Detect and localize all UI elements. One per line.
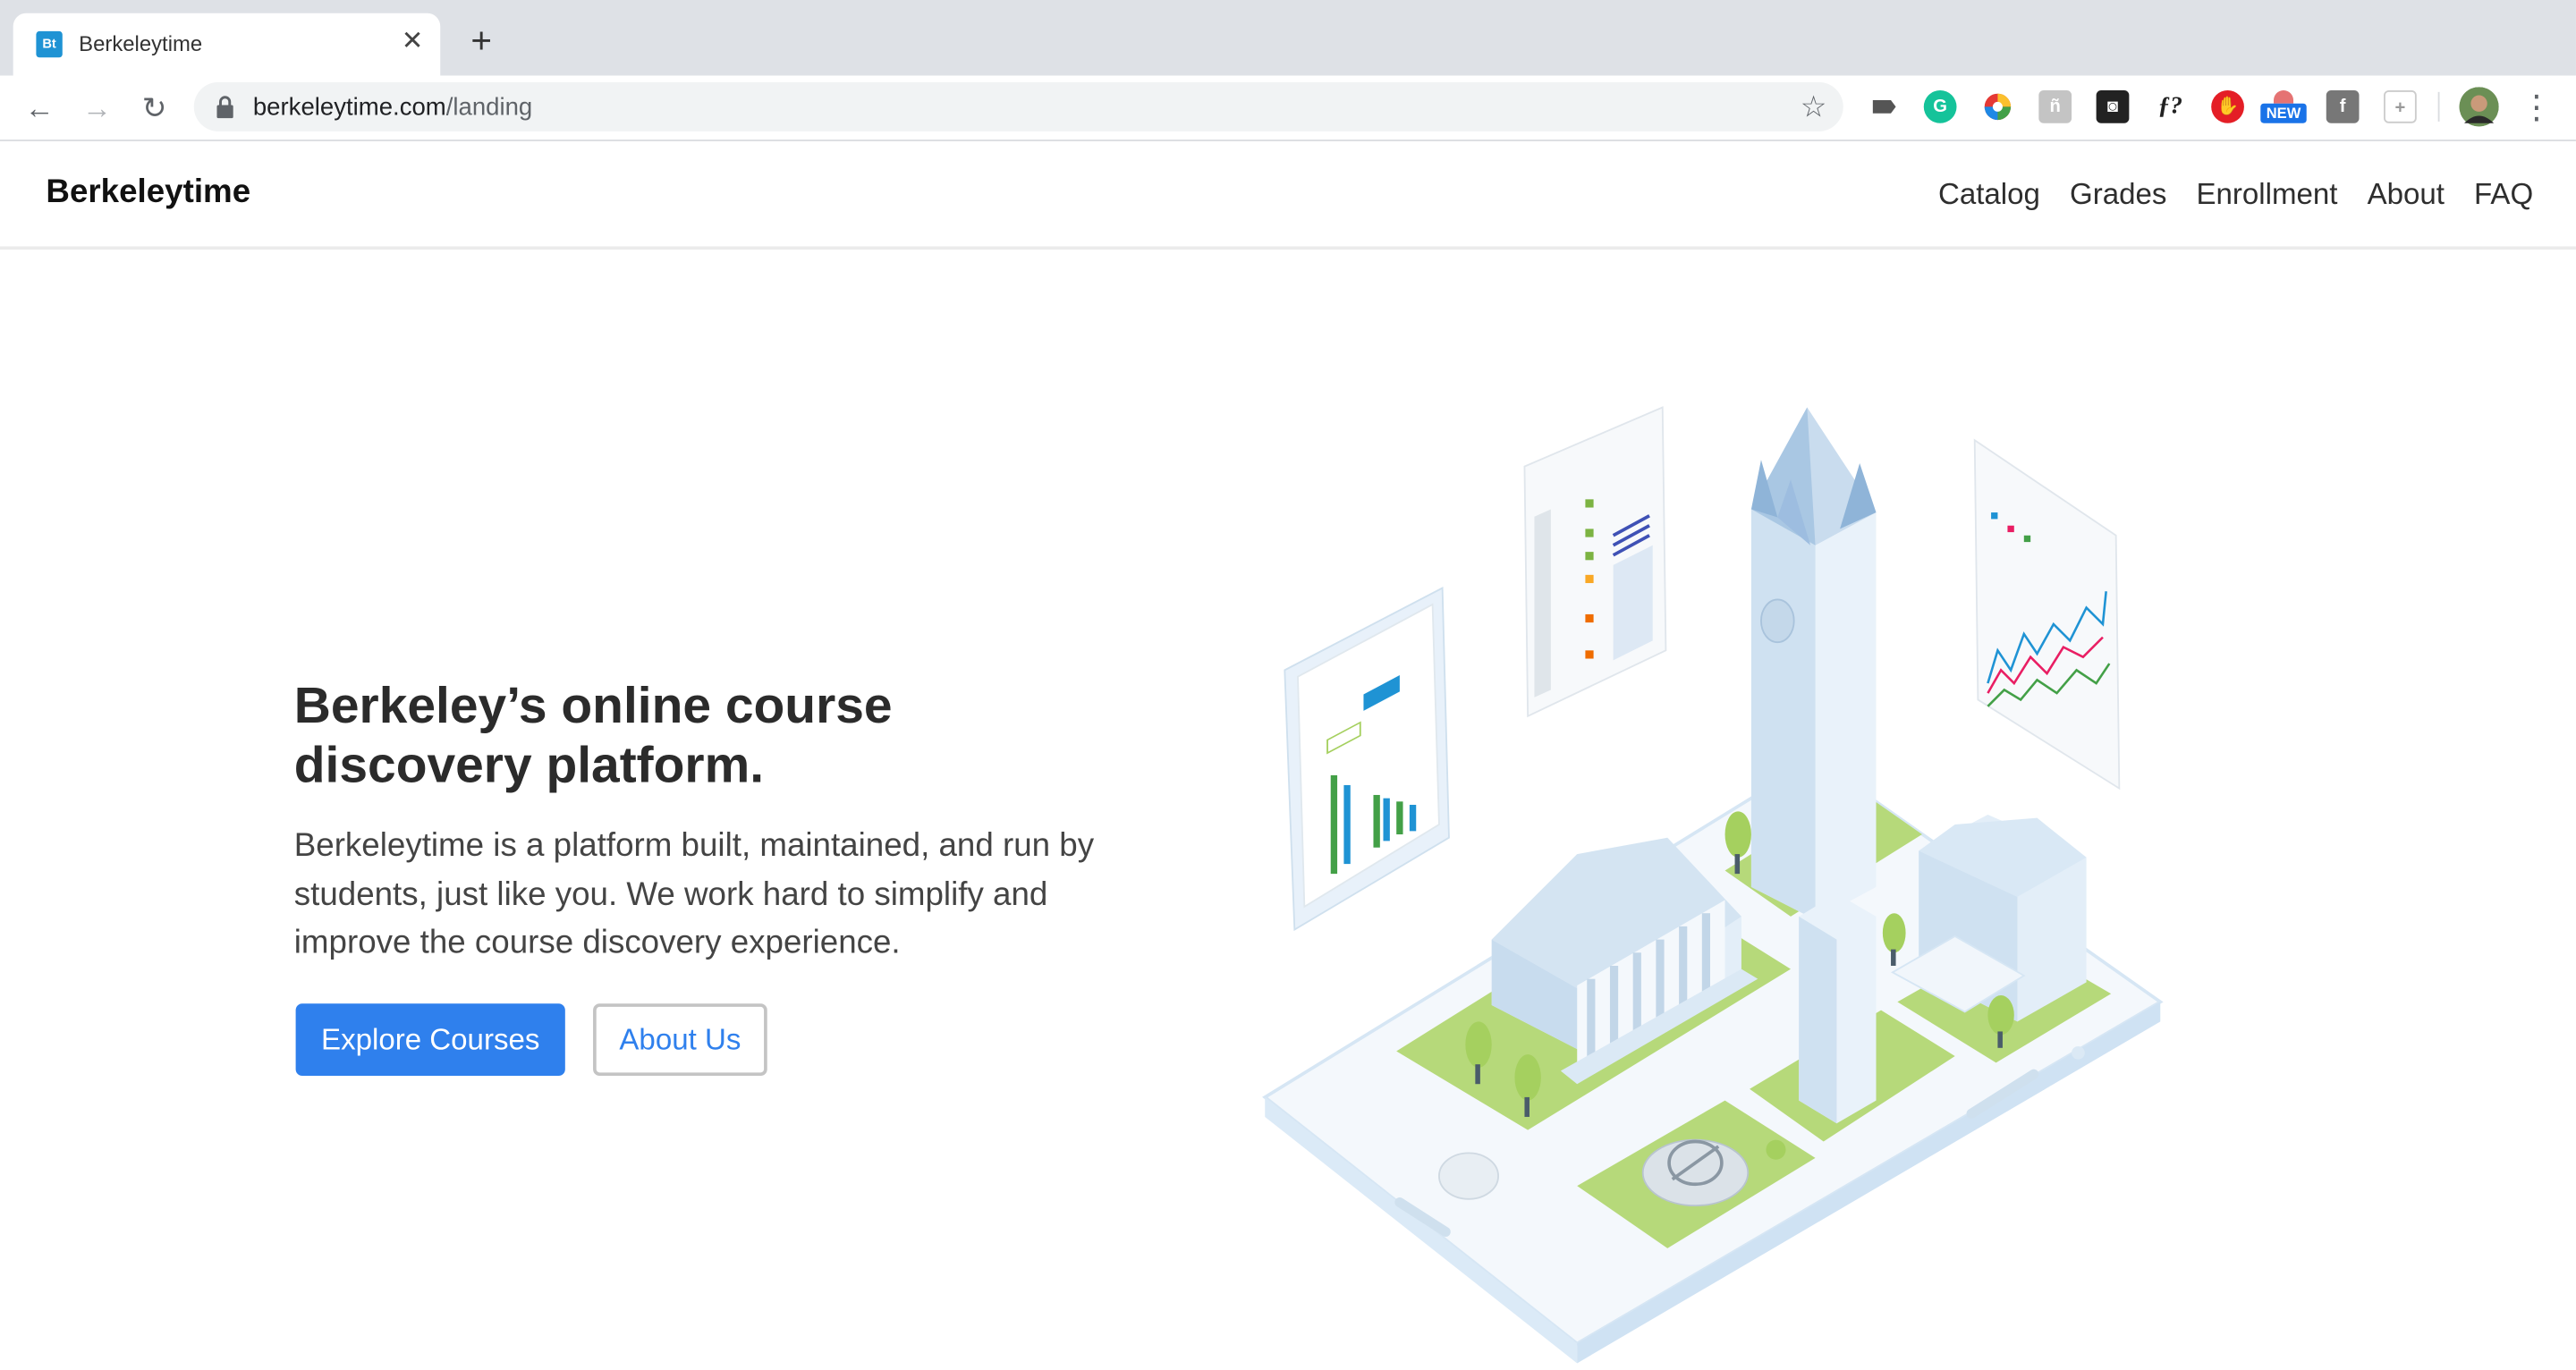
berkeleytime-favicon-icon: Bt	[36, 30, 63, 58]
facebook-icon[interactable]: f	[2326, 90, 2360, 123]
floating-line-chart-card	[1973, 438, 2121, 791]
url-text: berkeleytime.com/landing	[253, 94, 532, 122]
campus-illustration	[1262, 406, 2164, 1364]
new-badge-text: NEW	[2260, 103, 2307, 123]
hero-title: Berkeley’s online course discovery platf…	[293, 676, 893, 794]
address-bar[interactable]: berkeleytime.com/landing ☆	[193, 81, 1843, 131]
explore-courses-button[interactable]: Explore Courses	[295, 1003, 565, 1077]
new-tab-plus-icon[interactable]: +	[463, 22, 499, 59]
reload-icon[interactable]: ↻	[135, 89, 174, 128]
color-wheel-icon[interactable]	[1981, 90, 2014, 123]
browser-tab-strip: Bt Berkeleytime ✕ +	[0, 0, 2576, 76]
grammarly-icon[interactable]: G	[1923, 90, 1957, 123]
back-arrow-icon[interactable]: ←	[20, 89, 59, 128]
pin-icon[interactable]: +	[2384, 90, 2417, 123]
browser-tab[interactable]: Bt Berkeleytime ✕	[13, 13, 441, 76]
nav-enrollment[interactable]: Enrollment	[2196, 177, 2337, 212]
floating-schedule-card	[1523, 406, 1667, 718]
tool-icon[interactable]: ñ	[2038, 90, 2072, 123]
chrome-menu-icon[interactable]: ⋮	[2517, 89, 2556, 128]
tab-title: Berkeleytime	[79, 30, 203, 56]
lock-icon	[216, 96, 233, 119]
bookmark-star-icon[interactable]: ☆	[1801, 90, 1827, 125]
site-brand[interactable]: Berkeleytime	[46, 174, 250, 212]
fountain-sculpture	[1641, 1138, 1750, 1207]
tag-icon[interactable]	[1868, 90, 1902, 123]
about-us-button[interactable]: About Us	[593, 1003, 767, 1077]
toolbar-divider	[2437, 91, 2440, 122]
profile-avatar[interactable]	[2459, 87, 2499, 127]
browser-toolbar: ← → ↻ berkeleytime.com/landing ☆ G ñ ◙ ƒ…	[0, 75, 2576, 141]
forward-arrow-icon[interactable]: →	[77, 89, 116, 128]
close-tab-icon[interactable]: ✕	[397, 28, 427, 57]
site-header: Berkeleytime Catalog Grades Enrollment A…	[0, 140, 2576, 250]
hero-description: Berkeleytime is a platform built, mainta…	[293, 827, 1095, 961]
url-path: /landing	[445, 93, 533, 122]
nav-about[interactable]: About	[2368, 177, 2445, 212]
floating-tablet-card	[1284, 587, 1450, 932]
nav-catalog[interactable]: Catalog	[1938, 177, 2040, 212]
nav-faq[interactable]: FAQ	[2474, 177, 2533, 212]
main-nav: Catalog Grades Enrollment About FAQ	[1938, 177, 2533, 212]
font-icon[interactable]: ƒ?	[2153, 90, 2187, 123]
url-host: berkeleytime.com	[252, 93, 446, 122]
new-badge-icon[interactable]: NEW	[2260, 90, 2307, 123]
nav-grades[interactable]: Grades	[2070, 177, 2166, 212]
adblock-icon[interactable]: ✋	[2211, 90, 2244, 123]
search-box-icon[interactable]: ◙	[2096, 90, 2130, 123]
